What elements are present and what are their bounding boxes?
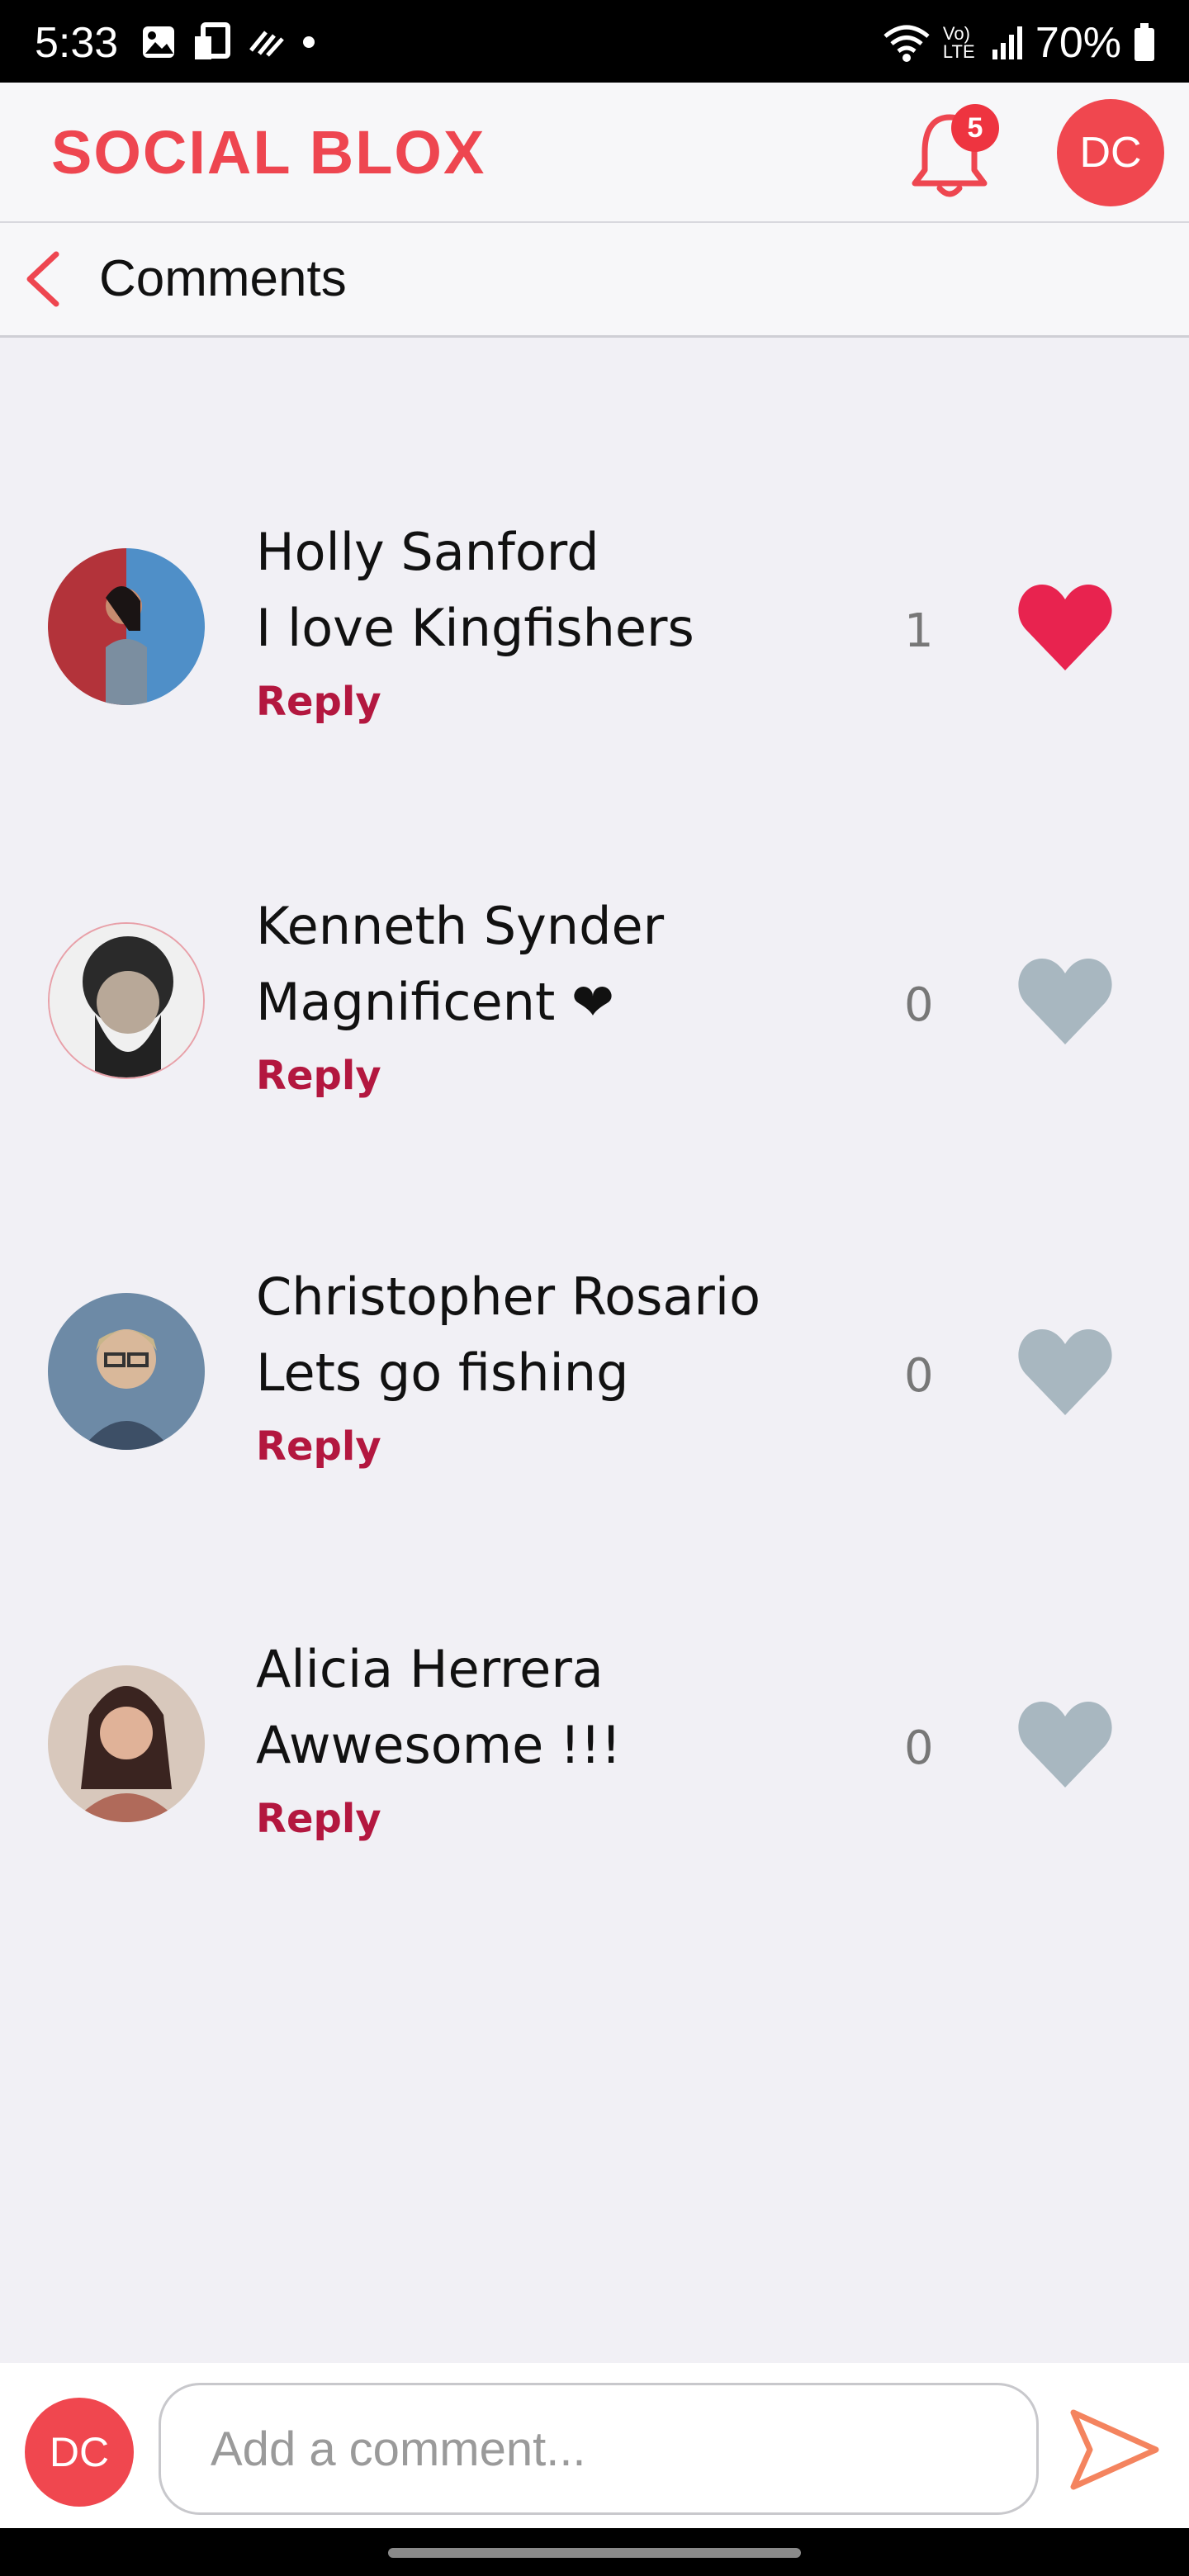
comment-item: Kenneth Synder Magnificent ❤ Reply 0 — [0, 896, 1189, 1144]
wifi-icon — [883, 25, 930, 62]
comment-item: Christopher Rosario Lets go fishing Repl… — [0, 1267, 1189, 1514]
commenter-name[interactable]: Alicia Herrera — [256, 1639, 604, 1699]
signal-icon — [992, 26, 1022, 59]
page-header: Comments — [0, 223, 1189, 338]
status-time: 5:33 — [35, 19, 119, 67]
comment-item: Holly Sanford I love Kingfishers Reply 1 — [0, 522, 1189, 769]
reply-button[interactable]: Reply — [256, 679, 381, 725]
like-count: 0 — [904, 978, 934, 1032]
volte-icon: Vo) LTE — [942, 23, 975, 62]
comment-text: Lets go fishing — [256, 1342, 629, 1403]
commenter-name[interactable]: Holly Sanford — [256, 522, 599, 582]
heart-icon[interactable] — [1016, 1698, 1115, 1791]
back-arrow-icon[interactable] — [18, 249, 71, 309]
heart-icon[interactable] — [1016, 1326, 1115, 1418]
comment-text: Magnificent ❤ — [256, 972, 614, 1032]
app-header: SOCIAL BLOX 5 DC — [0, 83, 1189, 223]
like-count: 1 — [904, 604, 934, 658]
heart-icon[interactable] — [1016, 955, 1115, 1048]
comment-text: Awwesome !!! — [256, 1715, 622, 1775]
composer-user-avatar: DC — [25, 2398, 134, 2507]
status-notification-icons — [140, 21, 317, 63]
like-count: 0 — [904, 1349, 934, 1403]
comment-input[interactable] — [159, 2383, 1039, 2515]
page-title: Comments — [99, 250, 347, 307]
commenter-avatar[interactable] — [48, 548, 205, 705]
commenter-avatar[interactable] — [48, 922, 205, 1079]
commenter-avatar[interactable] — [48, 1665, 205, 1822]
status-bar: 5:33 Vo) LTE 70% — [0, 0, 1189, 83]
reply-button[interactable]: Reply — [256, 1796, 381, 1842]
gallery-icon — [143, 26, 174, 58]
system-nav-bar — [0, 2528, 1189, 2576]
notification-badge: 5 — [951, 104, 999, 152]
home-gesture-bar[interactable] — [388, 2548, 801, 2558]
reply-button[interactable]: Reply — [256, 1053, 381, 1099]
comment-item: Alicia Herrera Awwesome !!! Reply 0 — [0, 1639, 1189, 1887]
battery-icon — [1135, 23, 1154, 61]
commenter-name[interactable]: Christopher Rosario — [256, 1267, 760, 1327]
reply-button[interactable]: Reply — [256, 1423, 381, 1470]
dot-icon — [303, 36, 315, 48]
user-avatar[interactable]: DC — [1057, 99, 1164, 206]
data-sync-icon — [249, 31, 284, 57]
commenter-name[interactable]: Kenneth Synder — [256, 896, 664, 956]
like-count: 0 — [904, 1721, 934, 1775]
status-right-group: Vo) LTE 70% — [882, 18, 1156, 68]
comment-composer: DC — [0, 2363, 1189, 2528]
send-icon[interactable] — [1065, 2404, 1164, 2495]
app-logo[interactable]: SOCIAL BLOX — [51, 117, 486, 187]
commenter-avatar[interactable] — [48, 1293, 205, 1450]
battery-percent: 70% — [1035, 19, 1121, 67]
heart-icon[interactable] — [1016, 581, 1115, 674]
comment-text: I love Kingfishers — [256, 598, 694, 658]
phone-storage-icon — [195, 22, 230, 59]
